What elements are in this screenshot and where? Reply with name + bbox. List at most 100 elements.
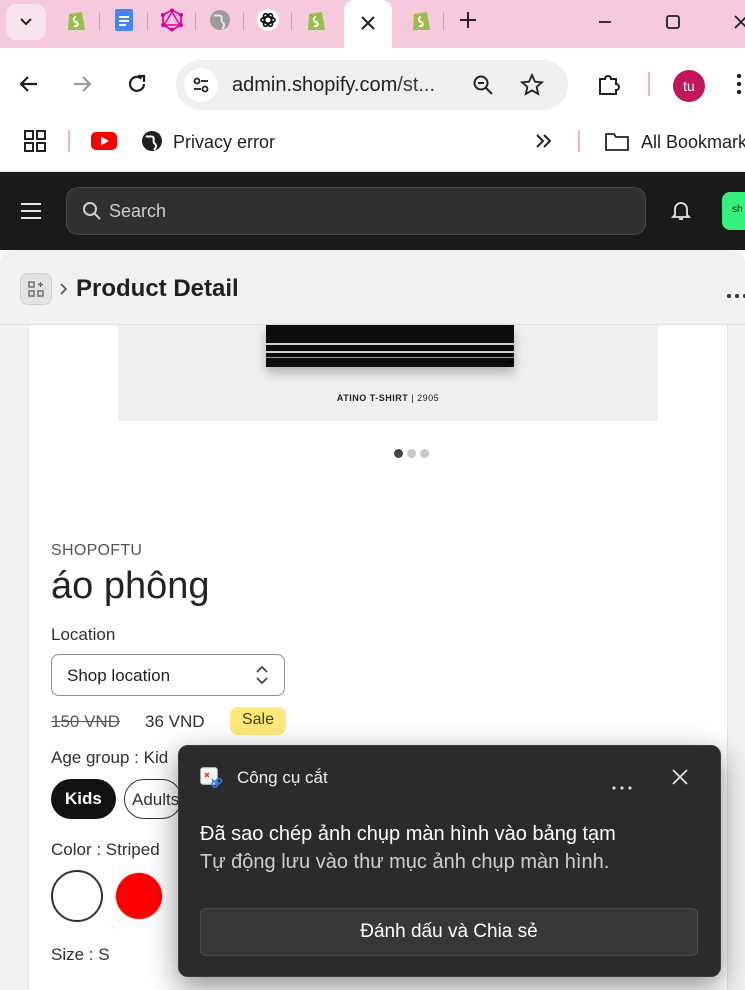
bell-icon: [670, 202, 692, 220]
bookmark-separator: [68, 130, 70, 152]
arrow-right-icon: [74, 76, 92, 92]
product-vendor: SHOPOFTU: [51, 542, 143, 559]
apps-add-icon: [28, 281, 44, 297]
back-button[interactable]: [13, 68, 45, 100]
color-swatch-white[interactable]: [51, 870, 103, 922]
toast-title: Đã sao chép ảnh chụp màn hình vào bảng t…: [200, 823, 616, 845]
all-bookmarks-button[interactable]: [605, 131, 629, 156]
globe-icon: [210, 10, 230, 30]
minimize-button[interactable]: [590, 8, 620, 36]
address-bar[interactable]: admin.shopify.com/st...: [176, 60, 568, 110]
size-label: Size : S: [51, 945, 110, 964]
browser-menu-button[interactable]: [736, 72, 742, 101]
profile-avatar[interactable]: tu: [673, 70, 705, 102]
apps-button[interactable]: [24, 130, 46, 157]
product-title: áo phông: [51, 565, 210, 607]
tab-graphql[interactable]: [160, 8, 184, 32]
maximize-icon: [666, 15, 680, 29]
image-caption-code: | 2905: [411, 393, 440, 403]
url-path: /st...: [397, 74, 436, 96]
tab-shopify-2[interactable]: [304, 8, 328, 32]
tab-separator: [291, 12, 292, 30]
graphql-icon: [161, 8, 183, 32]
toast-more-button[interactable]: [612, 777, 632, 795]
compare-at-price: 150 VND: [51, 712, 120, 731]
window-close-button[interactable]: [726, 8, 745, 36]
more-horizontal-icon: [727, 294, 745, 298]
all-bookmarks-label[interactable]: All Bookmark: [641, 132, 745, 153]
close-icon: [672, 769, 688, 785]
age-option-adults[interactable]: Adults: [124, 779, 182, 819]
toolbar-separator: [648, 72, 650, 96]
tab-globe[interactable]: [208, 8, 232, 32]
tab-shopify-1[interactable]: [64, 8, 88, 32]
site-info-button[interactable]: [184, 68, 218, 102]
bookmarks-overflow-button[interactable]: [534, 132, 554, 155]
product-image[interactable]: ATINO T-SHIRT | 2905: [118, 325, 658, 421]
apps-grid-icon: [24, 130, 46, 152]
bookmark-privacy-error[interactable]: [141, 130, 163, 157]
star-icon: [519, 72, 545, 96]
bookmark-privacy-error-label[interactable]: Privacy error: [173, 132, 275, 153]
url-text[interactable]: admin.shopify.com/st...: [232, 74, 452, 97]
kebab-menu-icon: [736, 73, 742, 95]
toast-close-button[interactable]: [671, 768, 693, 790]
bookmark-star-button[interactable]: [519, 72, 545, 102]
browser-toolbar: admin.shopify.com/st... tu: [0, 48, 745, 120]
shopify-topbar: Search sh: [0, 172, 745, 250]
carousel-dot[interactable]: [394, 449, 403, 458]
color-swatch-red[interactable]: [115, 872, 163, 920]
nav-menu-button[interactable]: [20, 201, 42, 226]
bookmarks-bar: Privacy error All Bookmark: [0, 120, 745, 172]
color-label: Color : Striped: [51, 840, 160, 859]
new-tab-button[interactable]: [456, 8, 480, 32]
tab-close-button[interactable]: [358, 13, 378, 38]
store-switcher-button[interactable]: sh: [722, 192, 745, 230]
openai-icon: [257, 9, 279, 31]
notifications-button[interactable]: [670, 200, 692, 227]
reload-button[interactable]: [121, 68, 153, 100]
image-caption: ATINO T-SHIRT | 2905: [118, 393, 658, 403]
zoom-button[interactable]: [472, 74, 494, 101]
tab-shopify-3[interactable]: [409, 8, 433, 32]
bookmark-separator: [578, 130, 580, 152]
shopify-icon: [68, 12, 85, 30]
tab-active[interactable]: [344, 0, 392, 48]
image-caption-brand: ATINO T-SHIRT: [336, 393, 409, 403]
tab-openai[interactable]: [256, 8, 280, 32]
forward-button[interactable]: [66, 68, 98, 100]
shopify-icon: [308, 12, 325, 30]
bookmark-youtube[interactable]: [91, 132, 117, 155]
search-placeholder: Search: [109, 201, 167, 221]
markup-and-share-button[interactable]: Đánh dấu và Chia sẻ: [200, 908, 698, 956]
tab-search-button[interactable]: [6, 4, 46, 40]
admin-search-input[interactable]: Search: [66, 187, 646, 235]
arrow-left-icon: [19, 76, 37, 92]
maximize-button[interactable]: [658, 8, 688, 36]
age-group-label: Age group : Kid: [51, 748, 169, 767]
tune-icon: [193, 77, 209, 93]
tab-separator: [443, 12, 444, 30]
page-actions-button[interactable]: [726, 286, 745, 304]
extensions-button[interactable]: [596, 71, 622, 102]
tab-separator: [243, 12, 244, 30]
plus-icon: [460, 12, 476, 28]
location-select[interactable]: Shop location: [51, 654, 285, 696]
search-icon: [82, 201, 102, 226]
age-option-kids[interactable]: Kids: [51, 779, 116, 819]
folder-icon: [605, 133, 629, 151]
select-chevrons-icon: [255, 665, 269, 690]
tab-google-docs[interactable]: [112, 8, 136, 32]
tshirt-graphic: [266, 325, 514, 367]
toast-app-name: Công cụ cắt: [237, 768, 328, 787]
snipping-tool-icon: [199, 766, 223, 790]
google-docs-icon: [115, 9, 133, 31]
double-chevron-right-icon: [536, 134, 552, 148]
url-host: admin.shopify.com: [232, 74, 398, 96]
breadcrumb-button[interactable]: [20, 273, 52, 305]
carousel-dot[interactable]: [407, 449, 416, 458]
shopify-icon: [413, 12, 430, 30]
carousel-dot[interactable]: [420, 449, 429, 458]
tab-separator: [99, 12, 100, 30]
zoom-icon: [473, 75, 493, 95]
